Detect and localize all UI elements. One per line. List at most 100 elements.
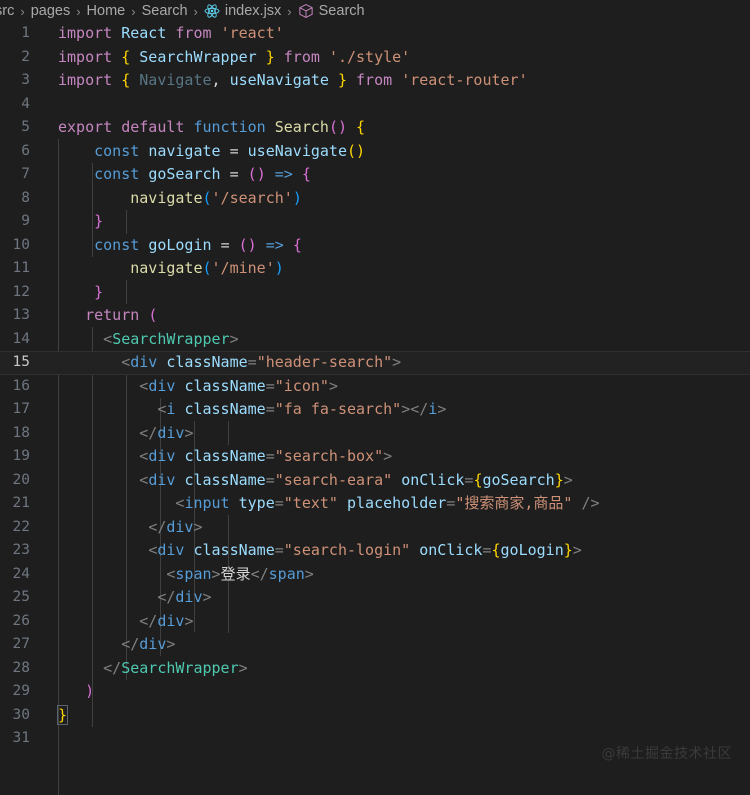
code-line[interactable]: 4 xyxy=(0,93,750,117)
code-line[interactable]: 22 </div> xyxy=(0,516,750,540)
code-line[interactable]: 18 </div> xyxy=(0,422,750,446)
code-line[interactable]: 2 import { SearchWrapper } from './style… xyxy=(0,46,750,70)
line-content[interactable]: import { Navigate, useNavigate } from 'r… xyxy=(44,69,750,93)
token-lbrace: { xyxy=(121,47,131,66)
line-content[interactable]: <span>登录</span> xyxy=(44,563,750,587)
breadcrumb-label: Search xyxy=(141,3,188,19)
code-line[interactable]: 16 <div className="icon"> xyxy=(0,375,750,399)
code-line[interactable]: 26 </div> xyxy=(0,610,750,634)
code-line[interactable]: 6 const navigate = useNavigate() xyxy=(0,140,750,164)
code-line[interactable]: 7 const goSearch = () => { xyxy=(0,163,750,187)
line-content[interactable]: </div> xyxy=(44,633,750,657)
token-react: React xyxy=(121,24,167,42)
line-content[interactable]: ) xyxy=(44,680,750,704)
line-content[interactable]: <SearchWrapper> xyxy=(44,328,750,352)
token-lbrace: { xyxy=(301,165,311,183)
token-type-value: "text" xyxy=(283,494,338,512)
token-lparen: ( xyxy=(247,165,257,183)
code-line[interactable]: 3 import { Navigate, useNavigate } from … xyxy=(0,69,750,93)
line-content[interactable]: const goSearch = () => { xyxy=(44,163,750,187)
code-line[interactable]: 23 <div className="search-login" onClick… xyxy=(0,539,750,563)
line-content[interactable]: import { SearchWrapper } from './style' xyxy=(44,46,750,70)
line-content[interactable]: </div> xyxy=(44,516,750,540)
line-content[interactable]: <div className="search-box"> xyxy=(44,445,750,469)
line-number: 10 xyxy=(12,236,30,253)
line-number: 2 xyxy=(21,48,30,65)
breadcrumb-item-symbol-search[interactable]: Search xyxy=(297,3,366,20)
breadcrumb-item-index-jsx[interactable]: index.jsx xyxy=(203,3,282,20)
code-line[interactable]: 24 <span>登录</span> xyxy=(0,563,750,587)
line-number: 25 xyxy=(12,589,30,605)
line-content[interactable]: navigate('/mine') xyxy=(44,257,750,281)
line-content[interactable]: </div> xyxy=(44,610,750,634)
line-content[interactable]: navigate('/search') xyxy=(44,187,750,211)
code-line[interactable]: 25 </div> xyxy=(0,586,750,610)
token-eq: = xyxy=(265,376,275,395)
breadcrumb-item-home[interactable]: Home xyxy=(86,3,127,19)
line-content[interactable]: const navigate = useNavigate() xyxy=(44,140,750,164)
line-number: 23 xyxy=(12,542,30,558)
code-editor[interactable]: 1 import React from 'react' 2 import { S… xyxy=(0,22,750,795)
token-lt-slash: </ xyxy=(157,588,176,606)
token-lbrace: { xyxy=(491,541,501,559)
line-content[interactable]: <div className="header-search"> xyxy=(44,351,750,375)
code-line[interactable]: 12 } xyxy=(0,281,750,305)
line-number: 13 xyxy=(12,307,30,323)
code-line[interactable]: 14 <SearchWrapper> xyxy=(0,328,750,352)
line-content[interactable]: } xyxy=(44,281,750,305)
code-line[interactable]: 10 const goLogin = () => { xyxy=(0,234,750,258)
code-line[interactable]: 17 <i className="fa fa-search"></i> xyxy=(0,398,750,422)
line-content[interactable]: export default function Search() { xyxy=(44,116,750,140)
token-lbrace: { xyxy=(292,235,302,254)
token-eq: = xyxy=(274,541,284,559)
token-rbrace: } xyxy=(94,212,104,230)
token-eq: = xyxy=(229,141,239,160)
line-content[interactable]: </div> xyxy=(44,422,750,446)
line-content[interactable]: } xyxy=(44,210,750,234)
token-eq: = xyxy=(265,400,275,418)
code-lines[interactable]: 1 import React from 'react' 2 import { S… xyxy=(0,22,750,751)
code-line-active[interactable]: 15 <div className="header-search"> xyxy=(0,351,750,375)
code-line[interactable]: 27 </div> xyxy=(0,633,750,657)
code-line[interactable]: 8 navigate('/search') xyxy=(0,187,750,211)
line-content[interactable]: return ( xyxy=(44,304,750,328)
code-line[interactable]: 29 ) xyxy=(0,680,750,704)
code-line[interactable]: 5 export default function Search() { xyxy=(0,116,750,140)
code-line[interactable]: 30 } xyxy=(0,704,750,728)
token-gt: > xyxy=(184,423,194,442)
line-number: 20 xyxy=(12,471,30,488)
line-content[interactable]: } xyxy=(44,704,750,728)
token-import: import xyxy=(58,24,113,42)
token-searchwrapper: SearchWrapper xyxy=(139,47,257,66)
token-lbrace: { xyxy=(356,118,366,136)
line-content[interactable]: <div className="search-eara" onClick={go… xyxy=(44,469,750,493)
breadcrumb-item-search-folder[interactable]: Search xyxy=(141,3,189,19)
line-number: 7 xyxy=(21,166,30,182)
breadcrumb-item-src[interactable]: src xyxy=(0,3,15,19)
code-line[interactable]: 28 </SearchWrapper> xyxy=(0,657,750,681)
token-div-tag: div xyxy=(157,541,185,559)
code-line[interactable]: 1 import React from 'react' xyxy=(0,22,750,46)
breadcrumb-label: index.jsx xyxy=(224,3,282,19)
code-line[interactable]: 21 <input type="text" placeholder="搜索商家,… xyxy=(0,492,750,516)
line-content[interactable]: <input type="text" placeholder="搜索商家,商品"… xyxy=(44,492,750,516)
line-content[interactable]: <div className="icon"> xyxy=(44,375,750,399)
token-rparen: ) xyxy=(356,141,366,160)
line-content[interactable]: <i className="fa fa-search"></i> xyxy=(44,398,750,422)
token-gologin-ref: goLogin xyxy=(500,541,564,559)
code-line[interactable]: 11 navigate('/mine') xyxy=(0,257,750,281)
line-content[interactable]: </SearchWrapper> xyxy=(44,657,750,681)
token-search-fn: Search xyxy=(274,118,329,136)
token-placeholder-value: "搜索商家,商品" xyxy=(455,494,573,512)
line-content[interactable]: </div> xyxy=(44,586,750,610)
line-content[interactable]: <div className="search-login" onClick={g… xyxy=(44,539,750,563)
code-line[interactable]: 9 } xyxy=(0,210,750,234)
breadcrumb-item-pages[interactable]: pages xyxy=(30,3,72,19)
line-content[interactable]: import React from 'react' xyxy=(44,22,750,46)
line-number: 30 xyxy=(12,706,30,723)
code-line[interactable]: 19 <div className="search-box"> xyxy=(0,445,750,469)
code-line[interactable]: 20 <div className="search-eara" onClick=… xyxy=(0,469,750,493)
token-searchwrapper-open: SearchWrapper xyxy=(112,329,230,348)
line-content[interactable]: const goLogin = () => { xyxy=(44,234,750,258)
code-line[interactable]: 13 return ( xyxy=(0,304,750,328)
